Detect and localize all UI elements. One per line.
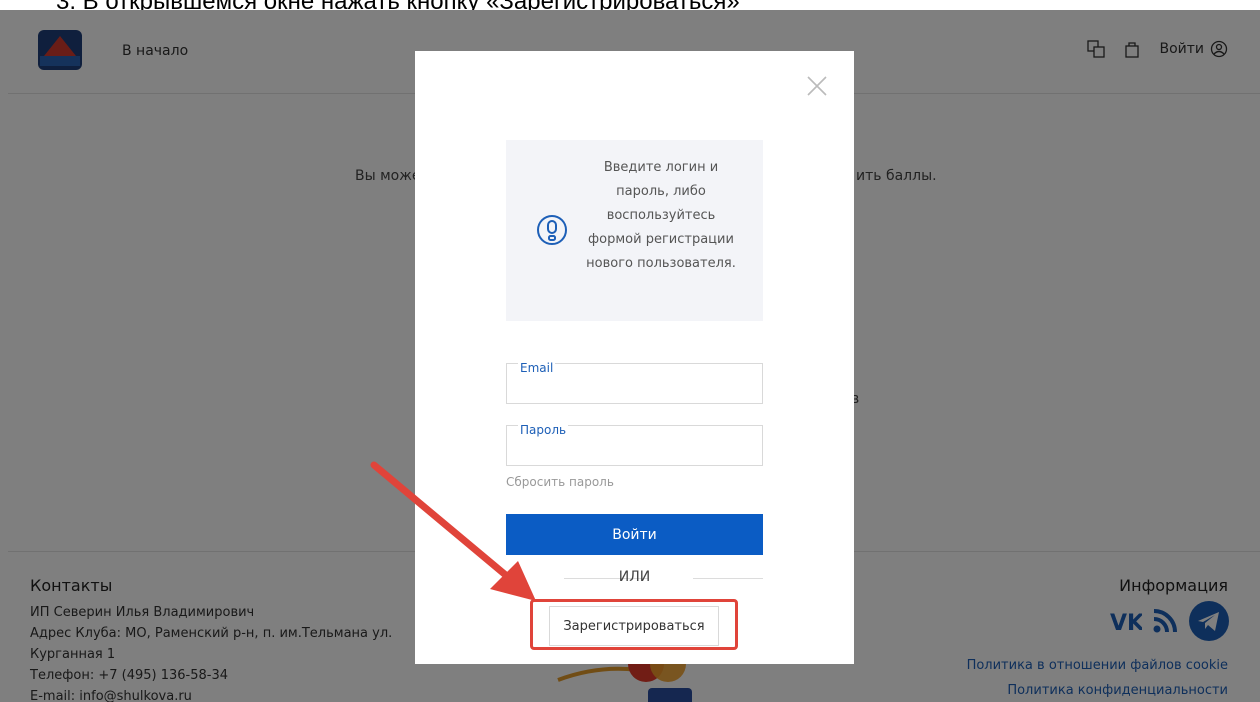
password-label: Пароль [518,423,569,437]
notice-text: Введите логин и пароль, либо воспользуйт… [586,160,736,271]
email-input[interactable] [517,380,752,400]
close-icon[interactable] [806,75,828,97]
email-field[interactable]: Email [506,361,763,404]
exclamation-icon [537,215,567,245]
register-highlight-box [530,599,738,650]
email-label: Email [518,361,556,375]
info-notice: Введите логин и пароль, либо воспользуйт… [506,140,763,321]
pointer-arrow-icon [370,461,536,601]
divider-line [693,578,763,579]
